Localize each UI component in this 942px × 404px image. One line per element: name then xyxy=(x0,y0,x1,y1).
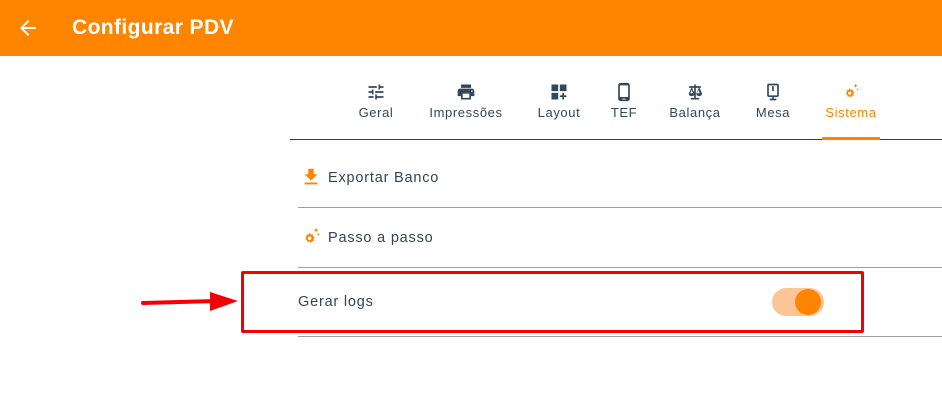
toggle-thumb xyxy=(795,289,821,315)
exportar-banco-label: Exportar Banco xyxy=(328,170,440,186)
tab-label: Sistema xyxy=(825,105,877,120)
arrow-right-icon xyxy=(141,292,238,311)
divider xyxy=(298,336,942,337)
tab-geral[interactable]: Geral xyxy=(352,82,400,140)
active-tab-indicator xyxy=(822,137,880,140)
tab-label: Impressões xyxy=(429,105,503,120)
tablet-stand-icon xyxy=(767,83,779,101)
tab-tef[interactable]: TEF xyxy=(608,82,640,140)
gerar-logs-toggle[interactable] xyxy=(772,286,824,316)
app-bar: Configurar PDV xyxy=(0,0,942,56)
phone-icon xyxy=(618,82,630,102)
tab-balanca[interactable]: Balança xyxy=(664,82,726,140)
tab-label: Geral xyxy=(358,105,394,120)
tab-label: Mesa xyxy=(755,105,791,120)
layout-plus-icon xyxy=(551,84,567,100)
printer-icon xyxy=(457,84,475,100)
passo-a-passo-item[interactable]: Passo a passo xyxy=(298,208,942,268)
page-title: Configurar PDV xyxy=(72,16,234,39)
tab-label: Layout xyxy=(537,105,581,120)
tab-label: Balança xyxy=(669,105,721,120)
arrow-left-icon[interactable] xyxy=(16,16,40,40)
passo-a-passo-label: Passo a passo xyxy=(328,230,434,246)
sliders-icon xyxy=(368,84,384,100)
settings-tabs: Geral Impressões Layout TEF Balança Mesa xyxy=(290,76,942,140)
gerar-logs-label: Gerar logs xyxy=(298,294,374,310)
download-icon xyxy=(304,168,318,185)
tab-impressoes[interactable]: Impressões xyxy=(422,82,510,140)
tab-mesa[interactable]: Mesa xyxy=(752,82,794,140)
tab-label: TEF xyxy=(610,105,638,120)
exportar-banco-item[interactable]: Exportar Banco xyxy=(298,148,942,208)
gear-sparkle-icon xyxy=(305,227,320,243)
gerar-logs-item: Gerar logs xyxy=(298,268,942,337)
scale-icon xyxy=(688,84,703,100)
tab-sistema[interactable]: Sistema xyxy=(822,82,880,140)
tab-layout[interactable]: Layout xyxy=(532,82,586,140)
gear-sparkle-icon xyxy=(845,83,859,98)
